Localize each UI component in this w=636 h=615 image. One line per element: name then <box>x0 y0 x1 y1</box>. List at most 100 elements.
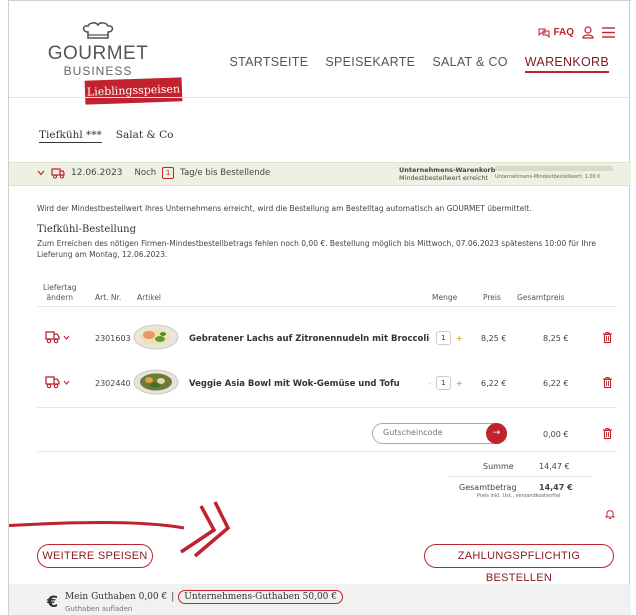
min-order-progress: Unternehmens-Mindestbestellwert: 1,00 € <box>495 166 619 180</box>
table-divider <box>37 451 617 452</box>
brand-logo[interactable]: GOURMET BUSINESS <box>43 22 153 78</box>
col-liefertag-1: Liefertag <box>43 283 77 292</box>
main-nav: STARTSEITE SPEISEKARTE SALAT & CO WARENK… <box>229 55 609 73</box>
decrease-button[interactable]: - <box>428 379 431 388</box>
col-menge: Menge <box>432 293 458 302</box>
tab-salat[interactable]: Salat & Co <box>116 129 174 143</box>
brand-name: GOURMET <box>47 43 149 64</box>
topup-link[interactable]: Guthaben aufladen <box>65 605 132 613</box>
chef-hat-icon <box>82 22 114 39</box>
line-total: 6,22 € <box>543 379 569 388</box>
table-divider <box>37 306 617 307</box>
delivery-date: 12.06.2023 <box>71 168 123 178</box>
section-title: Tiefkühl-Bestellung <box>37 224 137 235</box>
table-row: 2301603 Gebratener Lachs auf Zitronennud… <box>9 316 631 360</box>
nav-warenkorb[interactable]: WARENKORB <box>524 55 609 73</box>
more-dishes-button[interactable]: WEITERE SPEISEN <box>37 544 153 568</box>
nav-startseite[interactable]: STARTSEITE <box>229 55 308 73</box>
change-delivery-button[interactable] <box>45 375 70 389</box>
credit-info: Mein Guthaben 0,00 € | Unternehmens-Guth… <box>65 590 343 604</box>
min-order-label: Unternehmens-Mindestbestellwert: 1,00 € <box>495 174 601 180</box>
faq-label: FAQ <box>553 27 574 38</box>
line-total: 8,25 € <box>543 334 569 343</box>
col-preis: Preis <box>483 293 501 302</box>
deadline-prefix: Noch <box>134 168 157 178</box>
brand-sub: BUSINESS <box>63 64 133 78</box>
bell-icon[interactable] <box>605 508 615 519</box>
company-cart-title: Unternehmens-Warenkorb <box>399 166 496 174</box>
truck-icon <box>45 376 60 389</box>
favorites-tag[interactable]: Lieblingsspeisen <box>84 77 183 105</box>
col-liefertag: Liefertag ändern <box>43 283 77 303</box>
veggie-bowl-image <box>133 369 179 395</box>
article-number: 2302440 <box>95 379 131 388</box>
trash-icon[interactable] <box>603 428 612 439</box>
faq-link[interactable]: FAQ <box>538 27 574 38</box>
header-divider <box>9 97 631 98</box>
coupon-submit-button[interactable]: → <box>486 423 507 444</box>
quantity-stepper: - 1 + <box>428 331 463 345</box>
cart-tabs: Tiefkühl *** Salat & Co <box>39 129 173 143</box>
truck-icon <box>51 168 65 179</box>
chat-bubbles-icon <box>538 28 550 38</box>
col-liefertag-2: ändern <box>46 293 73 302</box>
company-cart-status: Unternehmens-Warenkorb Mindestbestellwer… <box>399 166 495 182</box>
product-name[interactable]: Veggie Asia Bowl mit Wok-Gemüse und Tofu <box>189 379 400 389</box>
quantity-field[interactable]: 1 <box>435 331 451 345</box>
deadline-days: 1 <box>165 169 171 177</box>
product-name[interactable]: Gebratener Lachs auf Zitronennudeln mit … <box>189 334 429 344</box>
credit-footer: € Mein Guthaben 0,00 € | Unternehmens-Gu… <box>9 584 631 615</box>
change-delivery-button[interactable] <box>45 330 70 344</box>
info-text: Wird der Mindestbestellwert Ihres Untern… <box>37 204 532 213</box>
coupon-input[interactable] <box>383 428 483 437</box>
col-artikel: Artikel <box>137 293 162 302</box>
coupon-field: → <box>372 423 507 444</box>
col-gesamtpreis: Gesamtpreis <box>517 293 565 302</box>
company-cart-state: Mindestbestellwert erreicht <box>399 174 489 182</box>
quantity-stepper: - 1 + <box>428 376 463 390</box>
frame-border <box>9 0 631 1</box>
unit-price: 8,25 € <box>481 334 507 343</box>
col-artnr: Art. Nr. <box>95 293 122 302</box>
decrease-button[interactable]: - <box>428 334 431 343</box>
total-label: Gesamtbetrag <box>459 483 517 492</box>
summary-divider <box>449 476 591 477</box>
sum-value: 14,47 € <box>539 462 570 471</box>
quantity-field[interactable]: 1 <box>435 376 451 390</box>
place-order-button[interactable]: ZAHLUNGSPFLICHTIG BESTELLEN <box>424 544 614 584</box>
my-credit: Mein Guthaben 0,00 € <box>65 592 168 602</box>
nav-salat[interactable]: SALAT & CO <box>432 55 507 73</box>
increase-button[interactable]: + <box>456 334 463 343</box>
sum-label: Summe <box>483 462 514 471</box>
section-description: Zum Erreichen des nötigen Firmen-Mindest… <box>37 239 596 259</box>
unit-price: 6,22 € <box>481 379 507 388</box>
top-actions: FAQ <box>538 26 615 39</box>
article-number: 2301603 <box>95 334 131 343</box>
trash-icon[interactable] <box>603 332 612 343</box>
delivery-info[interactable]: 12.06.2023 Noch 1 Tag/e bis Bestellende <box>37 167 270 179</box>
delivery-bar: 12.06.2023 Noch 1 Tag/e bis Bestellende … <box>9 162 631 186</box>
company-credit: Unternehmens-Guthaben 50,00 € <box>178 590 343 604</box>
menu-icon[interactable] <box>602 27 615 38</box>
chevron-down-icon <box>37 170 45 176</box>
euro-icon: € <box>47 592 59 611</box>
increase-button[interactable]: + <box>456 379 463 388</box>
coupon-value: 0,00 € <box>543 430 569 439</box>
tab-tiefkuehl[interactable]: Tiefkühl *** <box>39 129 102 143</box>
salmon-dish-image <box>133 324 179 350</box>
nav-speisekarte[interactable]: SPEISEKARTE <box>325 55 415 73</box>
deadline-text: Tag/e bis Bestellende <box>180 168 271 178</box>
truck-icon <box>45 331 60 344</box>
credit-separator: | <box>171 592 175 602</box>
total-note: Preis inkl. Ust., versandkostenfrei <box>477 493 561 499</box>
chevron-down-icon <box>63 380 70 385</box>
calendar-icon: 1 <box>162 167 175 179</box>
user-icon[interactable] <box>582 26 594 39</box>
page-frame: GOURMET BUSINESS Lieblingsspeisen FAQ ST… <box>8 0 631 615</box>
table-divider <box>37 407 617 408</box>
min-order-bar <box>495 166 613 171</box>
table-row: 2302440 Veggie Asia Bowl mit Wok-Gemüse … <box>9 361 631 405</box>
chevron-down-icon <box>63 335 70 340</box>
total-value: 14,47 € <box>539 483 573 492</box>
trash-icon[interactable] <box>603 377 612 388</box>
